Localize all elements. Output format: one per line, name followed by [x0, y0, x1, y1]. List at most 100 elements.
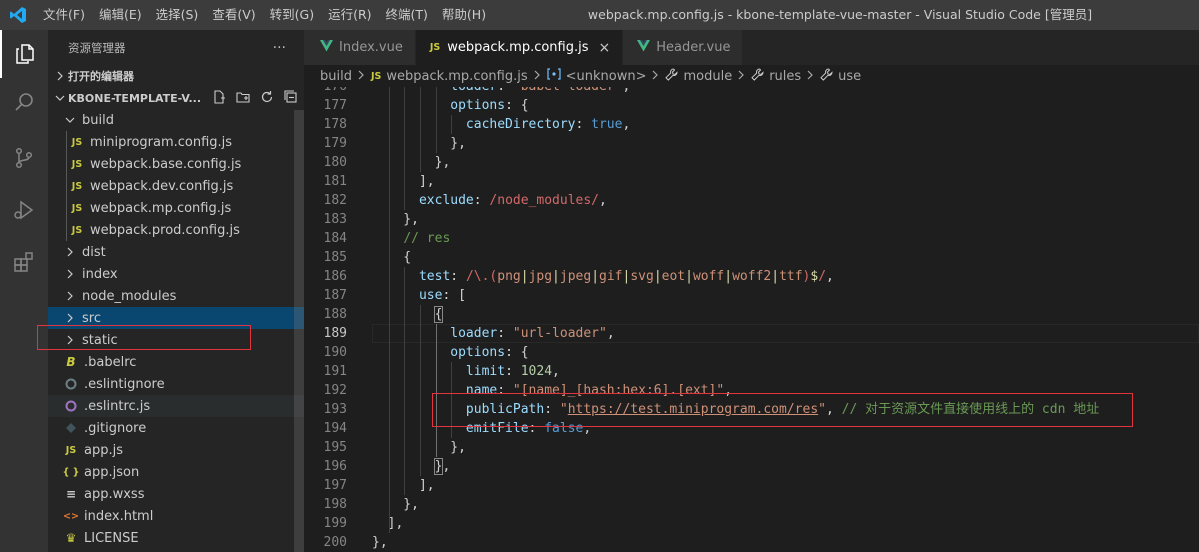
run-debug-icon[interactable] [0, 186, 48, 234]
source-control-icon[interactable] [0, 134, 48, 182]
code-line[interactable]: 180 }, [304, 153, 1199, 172]
file-item[interactable]: B .babelrc [48, 351, 304, 373]
chevron-right-icon [807, 70, 814, 83]
file-item[interactable]: JS webpack.prod.config.js [48, 219, 304, 241]
close-icon[interactable]: × [599, 40, 611, 56]
menu-item[interactable]: 查看(V) [205, 0, 262, 30]
license-file-icon: ♛ [65, 531, 77, 545]
file-item[interactable]: JS miniprogram.config.js [48, 131, 304, 153]
code-line[interactable]: 199 ], [304, 514, 1199, 533]
menu-item[interactable]: 终端(T) [379, 0, 435, 30]
code-line[interactable]: 178 cacheDirectory: true, [304, 115, 1199, 134]
code-token: }, [372, 136, 466, 151]
refresh-icon[interactable] [260, 90, 274, 107]
code-line[interactable]: 195 }, [304, 438, 1199, 457]
code-line[interactable]: 200}, [304, 533, 1199, 552]
breadcrumb-item[interactable]: build [320, 69, 352, 84]
line-number: 177 [323, 98, 347, 113]
code-line[interactable]: 186 test: /\.(png|jpg|jpeg|gif|svg|eot|w… [304, 267, 1199, 286]
extensions-icon[interactable] [0, 238, 48, 286]
code-line[interactable]: 197 ], [304, 476, 1199, 495]
file-item[interactable]: ♛ LICENSE [48, 527, 304, 549]
code-line[interactable]: 179 }, [304, 134, 1199, 153]
breadcrumb-item[interactable]: use [838, 69, 861, 84]
folder-item-node-modules[interactable]: node_modules [48, 285, 304, 307]
breadcrumb-item[interactable]: webpack.mp.config.js [386, 69, 527, 84]
breadcrumb-item[interactable]: <unknown> [566, 69, 647, 84]
code-line[interactable]: 198 }, [304, 495, 1199, 514]
code-token: jpeg [559, 269, 592, 284]
new-file-icon[interactable] [212, 89, 226, 107]
code-line[interactable]: 185 { [304, 248, 1199, 267]
tree-item-label: app.js [84, 442, 123, 458]
file-item[interactable]: .eslintrc.js [48, 395, 304, 417]
code-token: use [418, 288, 443, 303]
chevron-down-icon [62, 115, 78, 125]
code-line[interactable]: 183 }, [304, 210, 1199, 229]
menu-item[interactable]: 运行(R) [321, 0, 378, 30]
code-token: cacheDirectory [465, 117, 576, 132]
code-line[interactable]: 182 exclude: /node_modules/, [304, 191, 1199, 210]
code-token: ], [372, 478, 435, 493]
file-item[interactable]: .gitignore [48, 417, 304, 439]
search-icon[interactable] [0, 78, 48, 126]
workspace-folder[interactable]: KBONE-TEMPLATE-V... [48, 87, 304, 109]
code-token: ], [372, 174, 435, 189]
code-text: loader: 'babel-loader', [372, 87, 630, 96]
file-item[interactable]: JS app.js [48, 439, 304, 461]
menu-item[interactable]: 帮助(H) [435, 0, 493, 30]
menu-item[interactable]: 选择(S) [149, 0, 206, 30]
folder-item-build[interactable]: build [48, 109, 304, 131]
code-token: }, [372, 212, 419, 227]
file-item[interactable]: { } app.json [48, 461, 304, 483]
explorer-icon[interactable] [0, 30, 48, 78]
tab-header-vue[interactable]: Header.vue [623, 30, 744, 65]
code-text: cacheDirectory: true, [372, 115, 630, 134]
code-token: | [724, 269, 733, 284]
more-actions-icon[interactable]: ··· [273, 40, 286, 56]
code-line[interactable]: 187 use: [ [304, 286, 1199, 305]
code-line[interactable]: 184 // res [304, 229, 1199, 248]
collapse-all-icon[interactable] [284, 89, 298, 107]
line-number: 186 [323, 269, 347, 284]
tab-index-vue[interactable]: Index.vue [304, 30, 416, 65]
menu-item[interactable]: 编辑(E) [92, 0, 149, 30]
code-text: ], [372, 514, 404, 533]
code-line[interactable]: 177 options: { [304, 96, 1199, 115]
code-line[interactable]: 181 ], [304, 172, 1199, 191]
code-token: /\.( [465, 269, 498, 284]
new-folder-icon[interactable] [236, 90, 250, 107]
breadcrumb-item[interactable]: rules [769, 69, 801, 84]
tree-item-label: app.json [84, 464, 140, 480]
tree-item-label: .gitignore [84, 420, 147, 436]
menu-item[interactable]: 文件(F) [36, 0, 92, 30]
file-item[interactable]: JS webpack.dev.config.js [48, 175, 304, 197]
menu-item[interactable]: 转到(G) [263, 0, 321, 30]
folder-item-dist[interactable]: dist [48, 241, 304, 263]
file-item[interactable]: .eslintignore [48, 373, 304, 395]
file-item[interactable]: <> index.html [48, 505, 304, 527]
breadcrumb-item[interactable]: module [683, 69, 732, 84]
code-line[interactable]: 189 loader: "url-loader", [304, 324, 1199, 343]
code-token: : [505, 364, 521, 379]
code-token: | [591, 269, 600, 284]
code-line[interactable]: 191 limit: 1024, [304, 362, 1199, 381]
menu-bar: 文件(F) 编辑(E) 选择(S) 查看(V) 转到(G) 运行(R) 终端(T) 帮助(H) [36, 0, 493, 30]
file-item[interactable]: JS webpack.mp.config.js [48, 197, 304, 219]
code-token: options [450, 345, 506, 360]
folder-item-index[interactable]: index [48, 263, 304, 285]
file-item[interactable]: ≡ app.wxss [48, 483, 304, 505]
sidebar-scrollbar[interactable] [294, 110, 304, 552]
indent-guide [435, 87, 437, 153]
file-item[interactable]: JS webpack.base.config.js [48, 153, 304, 175]
code-line[interactable]: 190 options: { [304, 343, 1199, 362]
code-line[interactable]: 176 loader: 'babel-loader', [304, 87, 1199, 96]
code-token: }, [372, 497, 419, 512]
code-editor[interactable]: 176 loader: 'babel-loader',177 options: … [304, 87, 1199, 552]
js-file-icon: JS [71, 224, 83, 236]
open-editors-section[interactable]: 打开的编辑器 [48, 65, 304, 87]
open-editors-label: 打开的编辑器 [68, 70, 134, 83]
tree-item-label: webpack.base.config.js [90, 156, 242, 172]
tab-webpack-mp-config-js[interactable]: JS webpack.mp.config.js × [415, 30, 624, 65]
